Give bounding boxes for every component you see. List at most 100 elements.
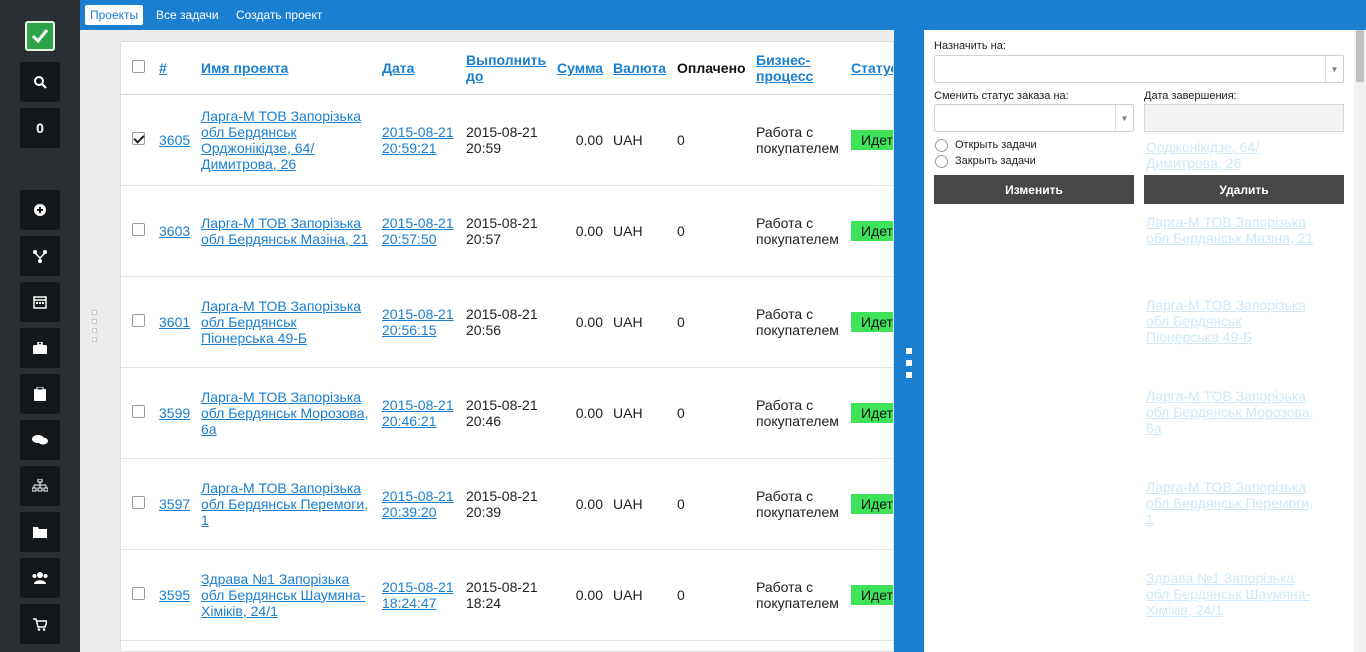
- project-process: Работа с покупателем: [751, 367, 846, 459]
- projects-table-container: # Имя проекта Дата Выполнить до Сумма Ва…: [120, 41, 894, 652]
- close-tasks-radio[interactable]: [935, 155, 948, 168]
- assign-select[interactable]: ▼: [934, 55, 1344, 83]
- plus-circle-icon[interactable]: [20, 190, 60, 230]
- handle-dot: [92, 310, 97, 315]
- project-id-link[interactable]: 3595: [154, 549, 196, 641]
- tab-all-tasks[interactable]: Все задачи: [151, 5, 224, 25]
- project-date-link[interactable]: 2015-08-21 20:57:50: [377, 185, 461, 277]
- project-id-link[interactable]: 3603: [154, 185, 196, 277]
- status-badge: Идет работа с покупателем: [851, 584, 893, 605]
- row-checkbox[interactable]: [132, 222, 145, 236]
- row-checkbox[interactable]: [132, 313, 145, 327]
- cart-icon[interactable]: [20, 604, 60, 644]
- project-currency: UAH: [608, 276, 672, 368]
- folder-icon[interactable]: [20, 512, 60, 552]
- project-sum: 0.00: [552, 94, 608, 186]
- search-icon[interactable]: [20, 62, 60, 102]
- users-icon[interactable]: [20, 558, 60, 598]
- assign-label: Назначить на:: [934, 40, 1006, 52]
- project-currency: UAH: [608, 367, 672, 459]
- table-row[interactable]: 3603 Ларга-М ТОВ Запорізька обл Бердянськ…: [121, 185, 893, 277]
- handle-dot: [92, 328, 97, 333]
- ghost-link: Орджонікідзе, 64/Димитрова, 26: [1146, 139, 1260, 171]
- project-process: Работа с покупателем: [751, 549, 846, 641]
- project-sum: 0.00: [552, 276, 608, 368]
- status-badge: Идет работа с покупателем: [851, 402, 893, 423]
- project-paid: 0: [672, 185, 751, 277]
- notification-counter[interactable]: 0: [20, 108, 60, 148]
- table-row[interactable]: 3605 Ларга-М ТОВ Запорізька обл Бердянськ…: [121, 94, 893, 186]
- project-sum: 0.00: [552, 549, 608, 641]
- project-date-link[interactable]: 2015-08-21 18:24:47: [377, 549, 461, 641]
- status-badge: Идет работа с покупателем: [851, 129, 893, 150]
- status-badge: Идет работа с покупателем: [851, 220, 893, 241]
- project-id-link[interactable]: 3605: [154, 94, 196, 186]
- splitter-dot: [906, 372, 912, 378]
- column-header-process[interactable]: Бизнес-процесс: [751, 42, 846, 95]
- project-name-link[interactable]: Ларга-М ТОВ Запорізька обл Бердянськ Пер…: [196, 458, 377, 550]
- table-header-row: # Имя проекта Дата Выполнить до Сумма Ва…: [121, 42, 893, 95]
- table-row[interactable]: 3595 Здрава №1 Запорізька обл Бердянськ Ш…: [121, 549, 893, 641]
- chat-icon[interactable]: [20, 420, 60, 460]
- project-status-cell: Идет работа с покупателем: [846, 94, 893, 186]
- project-name-link[interactable]: Ларга-М ТОВ Запорізька обл Бердянськ Піо…: [196, 276, 377, 368]
- table-row[interactable]: 3597 Ларга-М ТОВ Запорізька обл Бердянськ…: [121, 458, 893, 550]
- resize-handle[interactable]: [92, 310, 98, 346]
- project-name-link[interactable]: Ларга-М ТОВ Запорізька обл Бердянськ Мор…: [196, 367, 377, 459]
- project-paid: 0: [672, 549, 751, 641]
- row-select-cell: [121, 549, 154, 641]
- app-logo-checkmark-icon[interactable]: [25, 21, 55, 51]
- scrollbar-thumb[interactable]: [1356, 30, 1364, 82]
- project-date-link[interactable]: 2015-08-21 20:56:15: [377, 276, 461, 368]
- column-header-date[interactable]: Дата: [377, 42, 461, 95]
- sitemap-icon[interactable]: [20, 466, 60, 506]
- calendar-icon[interactable]: [20, 282, 60, 322]
- row-select-cell: [121, 276, 154, 368]
- fork-icon[interactable]: [20, 236, 60, 276]
- status-select[interactable]: ▼: [934, 104, 1134, 132]
- project-name-link[interactable]: Ларга-М ТОВ Запорізька обл Бердянськ Орд…: [196, 94, 377, 186]
- row-checkbox[interactable]: [132, 495, 145, 509]
- project-currency: UAH: [608, 185, 672, 277]
- main-content: # Имя проекта Дата Выполнить до Сумма Ва…: [80, 30, 894, 652]
- project-date-link[interactable]: 2015-08-21 20:39:20: [377, 458, 461, 550]
- tab-create-project[interactable]: Создать проект: [231, 5, 327, 25]
- panel-splitter[interactable]: [894, 30, 924, 652]
- handle-dot: [92, 337, 97, 342]
- project-name-link[interactable]: Ларга-М ТОВ Запорізька обл Бердянськ Маз…: [196, 185, 377, 277]
- clipboard-icon[interactable]: [20, 374, 60, 414]
- project-id-link[interactable]: 3599: [154, 367, 196, 459]
- project-id-link[interactable]: 3597: [154, 458, 196, 550]
- project-date-link[interactable]: 2015-08-21 20:59:21: [377, 94, 461, 186]
- project-sum: 0.00: [552, 185, 608, 277]
- table-row[interactable]: 3601 Ларга-М ТОВ Запорізька обл Бердянськ…: [121, 276, 893, 368]
- select-all-checkbox[interactable]: [132, 59, 145, 73]
- project-currency: UAH: [608, 94, 672, 186]
- row-checkbox[interactable]: [132, 131, 145, 145]
- table-row[interactable]: 3599 Ларга-М ТОВ Запорізька обл Бердянськ…: [121, 367, 893, 459]
- project-name-link[interactable]: Здрава №1 Запорізька обл Бердянськ Шаумя…: [196, 549, 377, 641]
- ghost-link: Здрава №1 Запорізька обл Бердянськ Шаумян…: [1146, 570, 1311, 618]
- project-date-link[interactable]: 2015-08-21 20:46:21: [377, 367, 461, 459]
- column-header-currency[interactable]: Валюта: [608, 42, 672, 95]
- column-header-name[interactable]: Имя проекта: [196, 42, 377, 95]
- date-input[interactable]: [1144, 104, 1344, 132]
- open-tasks-radio[interactable]: [935, 139, 948, 152]
- project-paid: 0: [672, 94, 751, 186]
- row-checkbox[interactable]: [132, 404, 145, 418]
- page-scrollbar[interactable]: [1354, 30, 1366, 652]
- column-header-num[interactable]: #: [154, 42, 196, 95]
- column-header-due[interactable]: Выполнить до: [461, 42, 552, 95]
- change-button[interactable]: Изменить: [934, 175, 1134, 204]
- tab-projects[interactable]: Проекты: [85, 5, 144, 25]
- column-header-sum[interactable]: Сумма: [552, 42, 608, 95]
- projects-table: # Имя проекта Дата Выполнить до Сумма Ва…: [121, 42, 893, 641]
- project-status-cell: Идет работа с покупателем: [846, 367, 893, 459]
- project-id-link[interactable]: 3601: [154, 276, 196, 368]
- project-currency: UAH: [608, 458, 672, 550]
- handle-dot: [92, 319, 97, 324]
- row-checkbox[interactable]: [132, 586, 145, 600]
- briefcase-icon[interactable]: [20, 328, 60, 368]
- delete-button[interactable]: Удалить: [1144, 175, 1344, 204]
- column-header-status[interactable]: Статус: [846, 42, 893, 95]
